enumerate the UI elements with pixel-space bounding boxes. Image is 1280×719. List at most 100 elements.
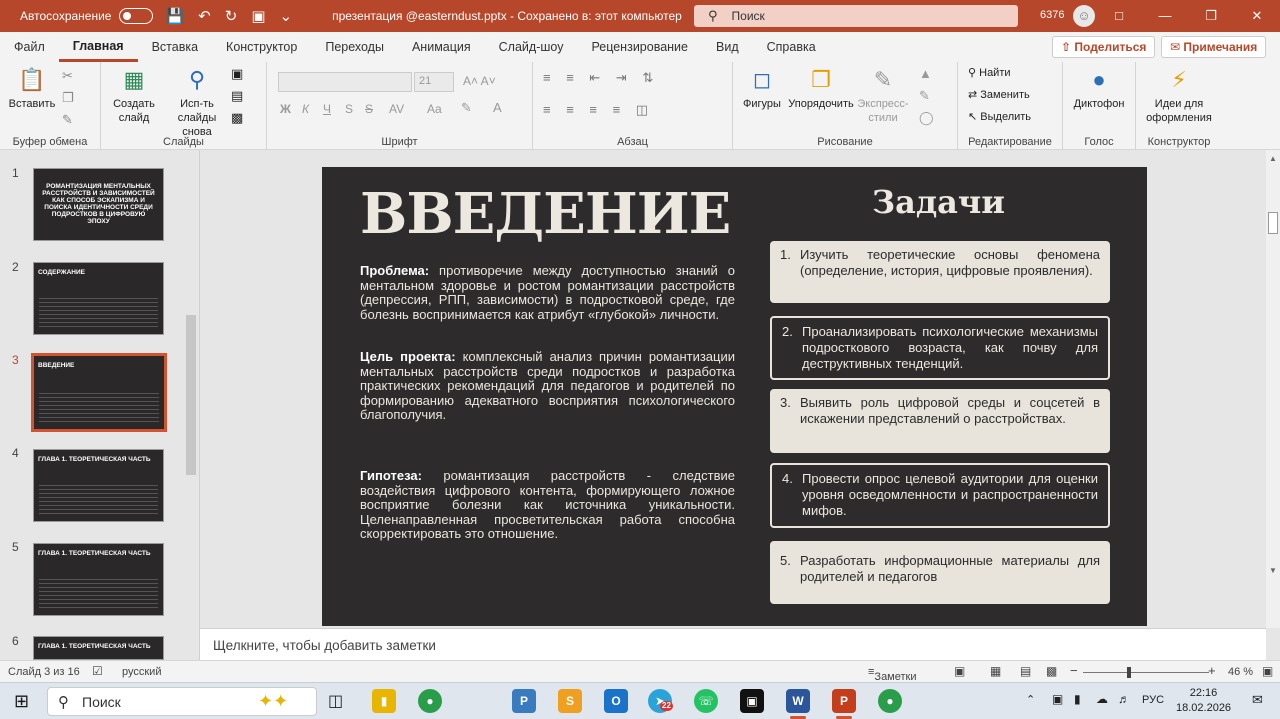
autosave[interactable]: Автосохранение [20,8,154,24]
reading-view-icon[interactable]: ▤ [1020,664,1031,678]
slide-thumbnail-6[interactable]: ГЛАВА 1. ТЕОРЕТИЧЕСКАЯ ЧАСТЬ [33,636,164,660]
python-icon[interactable]: P [512,689,536,713]
task-4[interactable]: 4. Провести опрос целевой аудитории для … [770,463,1110,528]
slideshow-view-icon[interactable]: ▩ [1046,664,1057,678]
reset-icon[interactable]: ▤ [231,88,243,104]
chrome-2-icon[interactable]: ● [878,689,902,713]
user-name[interactable]: 6376 [1040,9,1064,21]
dictate-button[interactable]: ● Диктофон [1069,66,1129,111]
fill-icon[interactable]: ▲ [919,66,932,81]
copilot-sparkle-icon[interactable]: ✦✦ [258,691,288,712]
autosave-toggle[interactable] [119,8,154,24]
close-icon[interactable]: ✕ [1234,0,1280,32]
battery-icon[interactable]: ▮ [1074,692,1081,706]
copy-icon[interactable]: ❐ [62,90,74,106]
effects-icon[interactable]: ◯ [919,110,934,126]
zoom-out-icon[interactable]: − [1070,663,1078,678]
tasks-title[interactable]: Задачи [872,183,1005,221]
find-button[interactable]: ⚲ Найти [968,66,1011,79]
sublime-icon[interactable]: S [558,689,582,713]
layout-icon[interactable]: ▣ [231,66,243,82]
hypothesis-paragraph[interactable]: Гипотеза: романтизация расстройств - сле… [360,468,735,542]
present-icon[interactable]: ▣ [251,7,265,25]
tab-view[interactable]: Вид [702,32,753,62]
avatar-icon[interactable]: ☺ [1073,5,1095,27]
align-icons[interactable]: ≡ ≡ ≡ ≡ ◫ [543,102,654,118]
clock[interactable]: 22:16 18.02.2026 [1176,686,1231,716]
outline-icon[interactable]: ✎ [919,88,930,104]
share-button[interactable]: ⇧ Поделиться [1052,36,1156,58]
notifications-icon[interactable]: ✉ [1252,692,1263,708]
windows-start-icon[interactable]: ⊞ [14,691,29,712]
font-color-icon[interactable]: A [493,100,502,115]
paste-button[interactable]: 📋 Вставить [6,66,58,111]
slide-thumbnail-5[interactable]: ГЛАВА 1. ТЕОРЕТИЧЕСКАЯ ЧАСТЬ [33,543,164,616]
language-indicator[interactable]: русский [122,666,161,678]
whatsapp-icon[interactable]: ☏ [694,689,718,713]
select-button[interactable]: ↖ Выделить [968,110,1031,123]
reuse-slides-button[interactable]: ⚲ Исп-ть слайды снова [167,66,227,139]
grow-font-icon[interactable]: A˄ A˅ [463,74,496,88]
section-icon[interactable]: ▩ [231,110,243,126]
capcut-icon[interactable]: ▣ [740,689,764,713]
telegram-icon[interactable]: ➤ 22 [648,689,673,713]
ribbon-display-icon[interactable]: □ [1096,0,1142,32]
scroll-down-icon[interactable]: ▼ [1269,566,1277,575]
file-explorer-icon[interactable]: ▮ [372,689,396,713]
undo-icon[interactable]: ↶ [198,7,211,25]
design-ideas-button[interactable]: ⚡ Идеи для оформления [1144,66,1214,125]
arrange-button[interactable]: ❐ Упорядочить [785,66,857,111]
sorter-view-icon[interactable]: ▦ [990,664,1001,678]
tab-transitions[interactable]: Переходы [311,32,398,62]
list-icons[interactable]: ≡ ≡ ⇤ ⇥ ⇅ [543,70,659,86]
goal-paragraph[interactable]: Цель проекта: комплексный анализ причин … [360,349,735,423]
italic-button[interactable]: К [302,102,309,116]
slide-thumbnail-3[interactable]: ВВЕДЕНИЕ [31,353,167,432]
notes-toggle[interactable]: ≡ Заметки [868,666,917,683]
normal-view-icon[interactable]: ▣ [954,664,965,678]
tab-home[interactable]: Главная [58,32,138,62]
scroll-up-icon[interactable]: ▲ [1269,154,1277,163]
new-slide-button[interactable]: ▦ Создать слайд [106,66,162,125]
highlight-icon[interactable]: ✎ [461,100,472,116]
underline-button[interactable]: Ч [323,102,331,116]
comments-button[interactable]: ✉ Примечания [1161,36,1267,58]
outlook-icon[interactable]: O [604,689,628,713]
word-icon[interactable]: W [786,689,810,719]
taskbar-search[interactable]: ⚲ Поиск ✦✦ [47,687,317,716]
slide-thumbnail-1[interactable]: РОМАНТИЗАЦИЯ МЕНТАЛЬНЫХ РАССТРОЙСТВ И ЗА… [33,168,164,241]
task-view-icon[interactable]: ◫ [328,691,343,711]
task-5[interactable]: 5. Разработать информационные материалы … [770,541,1110,604]
notes-area[interactable]: Щелкните, чтобы добавить заметки [200,628,1266,660]
chrome-icon[interactable]: ● [418,689,442,713]
task-3[interactable]: 3. Выявить роль цифровой среды и соцсете… [770,389,1110,453]
slide-scrollbar[interactable]: ▲ ▼ [1266,150,1280,628]
bold-button[interactable]: Ж [280,102,291,116]
quick-styles-button[interactable]: ✎ Экспресс-стили [855,66,911,125]
volume-icon[interactable]: ♬ [1118,692,1130,706]
replace-button[interactable]: ⇄ Заменить [968,88,1030,101]
zoom-in-icon[interactable]: + [1208,663,1216,678]
problem-paragraph[interactable]: Проблема: противоречие между доступность… [360,263,735,322]
strikethrough-button[interactable]: S [365,102,373,116]
zoom-slider-thumb[interactable] [1127,667,1131,678]
font-name-input[interactable] [278,72,412,92]
wifi-icon[interactable]: ☁ [1096,692,1108,706]
slide-thumbnail-2[interactable]: СОДЕРЖАНИЕ [33,262,164,335]
spacing-icon[interactable]: AV [389,102,404,116]
slide-title[interactable]: ВВЕДЕНИЕ [360,181,731,247]
thumbnail-scrollbar[interactable] [186,315,196,475]
customize-icon[interactable]: ⌄ [280,7,293,25]
shapes-button[interactable]: ◻ Фигуры [738,66,786,111]
tab-insert[interactable]: Вставка [138,32,212,62]
tab-review[interactable]: Рецензирование [577,32,702,62]
search-box[interactable]: ⚲ Поиск [694,5,1018,27]
fit-slide-icon[interactable]: ▣ [1262,664,1273,678]
task-1[interactable]: 1. Изучить теоретические основы феномена… [770,241,1110,303]
maximize-icon[interactable]: ❐ [1188,0,1234,32]
format-painter-icon[interactable]: ✎ [62,112,73,128]
spellcheck-icon[interactable]: ☑ [92,664,103,678]
tab-design[interactable]: Конструктор [212,32,311,62]
save-icon[interactable]: 💾 [165,7,184,25]
scroll-thumb[interactable] [1268,212,1278,234]
